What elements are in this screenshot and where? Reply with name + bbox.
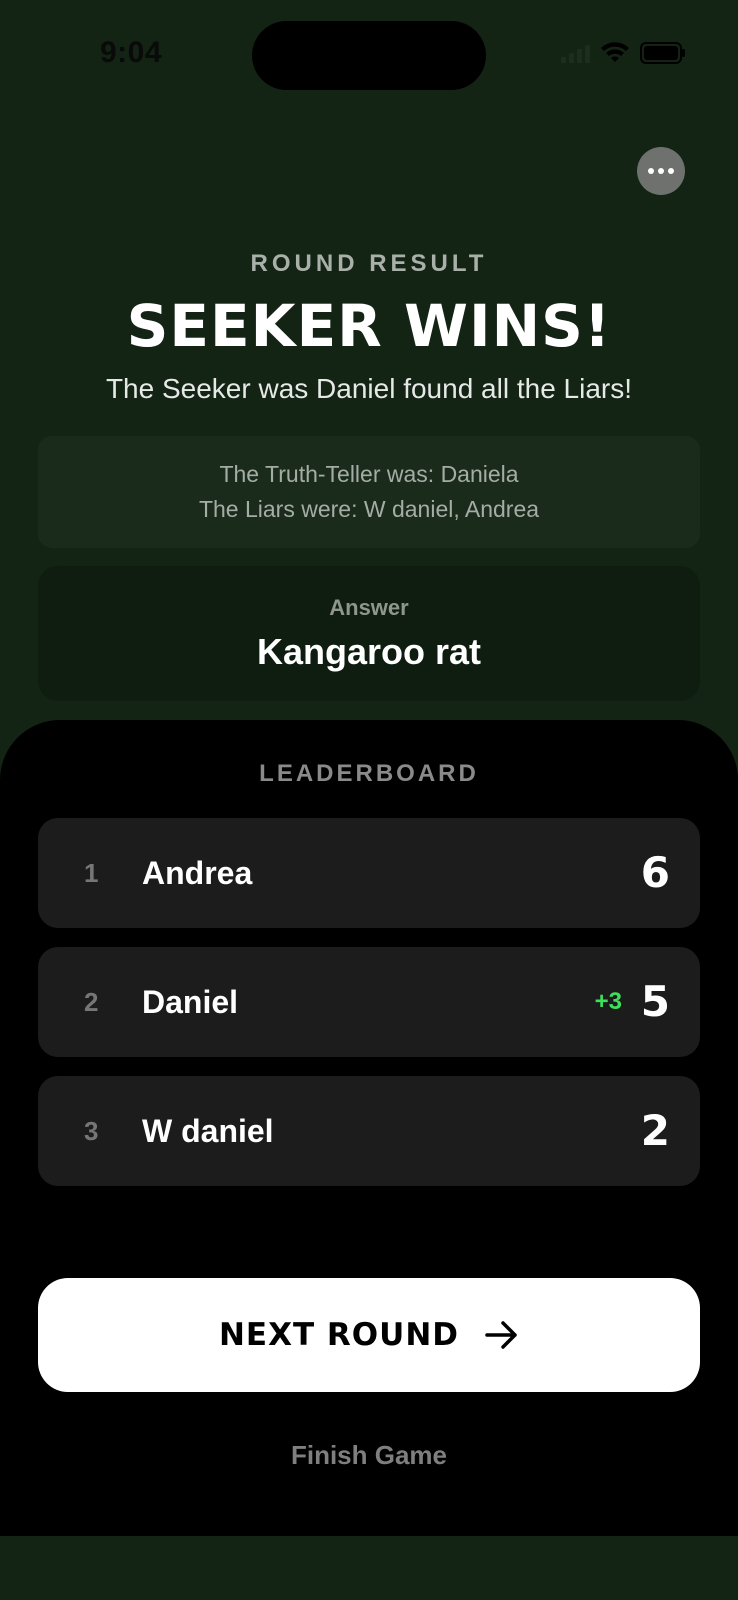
answer-card: Answer Kangaroo rat [38,566,700,701]
liars-text: The Liars were: W daniel, Andrea [198,496,540,522]
truth-teller-text: The Truth-Teller was: Daniela [219,461,519,487]
player-rank: 2 [84,987,99,1017]
roles-card: The Truth-Teller was: Daniela The Liars … [38,436,700,548]
more-options-button[interactable] [637,147,685,195]
leaderboard-title: LEADERBOARD [259,760,479,787]
player-score: 2 [640,1106,670,1155]
leaderboard-sheet: LEADERBOARD 1 Andrea 6 2 Daniel +3 5 3 W… [0,720,738,1536]
wifi-icon [600,42,630,64]
player-rank: 1 [84,858,99,888]
arrow-right-icon [485,1320,519,1350]
leaderboard-row: 2 Daniel +3 5 [38,947,700,1057]
status-bar: 9:04 [0,0,738,110]
player-score: 5 [640,977,670,1026]
next-round-label: NEXT ROUND [218,1317,460,1353]
ellipsis-dot [658,168,664,174]
result-summary: The Seeker was Daniel found all the Liar… [105,373,633,404]
round-result-label: ROUND RESULT [250,250,488,277]
status-time: 9:04 [100,36,163,69]
dynamic-island [252,21,486,90]
score-delta: +3 [594,988,622,1015]
leaderboard-row: 1 Andrea 6 [38,818,700,928]
leaderboard-row: 3 W daniel 2 [38,1076,700,1186]
player-name: Daniel [142,984,239,1020]
player-name: Andrea [142,855,253,891]
ellipsis-dot [668,168,674,174]
player-score: 6 [640,848,670,897]
answer-value: Kangaroo rat [256,630,482,672]
ellipsis-icon [648,168,654,174]
player-rank: 3 [84,1116,99,1146]
battery-icon [640,42,686,64]
result-headline: SEEKER WINS! [126,292,612,360]
cellular-signal-icon [561,43,590,63]
player-name: W daniel [142,1113,274,1149]
answer-label: Answer [329,594,409,620]
next-round-button[interactable]: NEXT ROUND [38,1278,700,1392]
status-icons [561,42,686,64]
finish-game-button[interactable]: Finish Game [0,1440,738,1471]
